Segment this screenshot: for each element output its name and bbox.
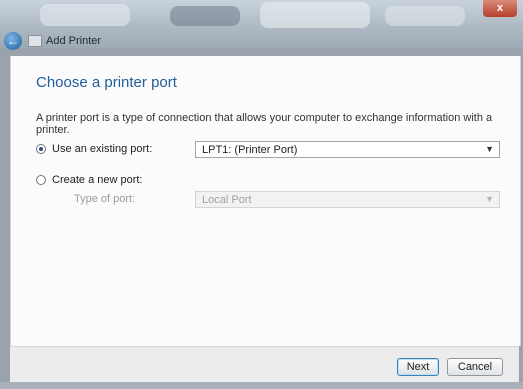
existing-port-label[interactable]: Use an existing port: [52,143,152,155]
next-button[interactable]: Next [397,358,439,376]
page-title: Choose a printer port [36,74,177,91]
port-type-value: Local Port [202,193,252,206]
page-description: A printer port is a type of connection t… [36,112,493,136]
window-title: Add Printer [46,35,102,47]
close-button[interactable]: x [483,0,517,17]
title-bar: ← Add Printer [4,30,101,52]
port-type-label: Type of port: [74,193,136,205]
taskbar-thumbnail [40,4,130,26]
chevron-down-icon: ▼ [485,144,494,154]
button-bar [10,346,519,383]
taskbar-thumbnail [385,6,465,26]
printer-icon [28,35,42,47]
existing-port-radio[interactable] [36,144,46,154]
existing-port-value: LPT1: (Printer Port) [202,143,298,156]
new-port-option[interactable]: Create a new port: [36,174,143,186]
cancel-button[interactable]: Cancel [447,358,503,376]
port-type-select: Local Port ▼ [195,191,500,208]
taskbar-thumbnail [170,6,240,26]
new-port-radio[interactable] [36,175,46,185]
chevron-down-icon: ▼ [485,194,494,204]
back-arrow-icon[interactable]: ← [4,32,22,50]
window-frame-bottom [0,382,523,389]
new-port-label[interactable]: Create a new port: [52,174,143,186]
existing-port-option[interactable]: Use an existing port: [36,143,152,155]
existing-port-select[interactable]: LPT1: (Printer Port) ▼ [195,141,500,158]
taskbar-thumbnail [260,2,370,28]
